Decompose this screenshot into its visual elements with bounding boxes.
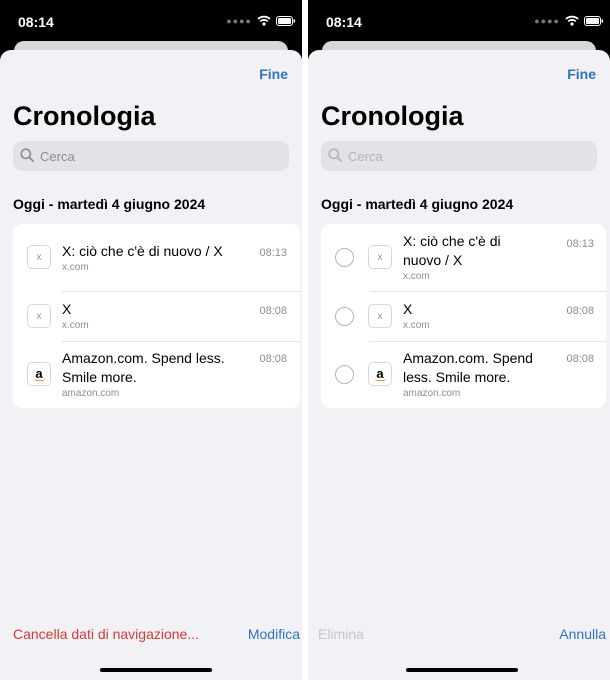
history-item-url: x.com [62, 320, 89, 331]
section-header: Oggi - martedì 4 giugno 2024 [13, 196, 206, 212]
history-screen-normal: 08:14 ●●●● Fine Cronologia Cerca Oggi - … [0, 0, 302, 680]
select-checkbox[interactable] [335, 365, 354, 384]
section-header: Oggi - martedì 4 giugno 2024 [321, 196, 514, 212]
battery-icon [584, 15, 604, 26]
x-favicon-icon: x [368, 304, 392, 328]
home-indicator [100, 668, 212, 672]
cellular-signal-icon: ●●●● [226, 15, 252, 26]
search-icon [20, 148, 34, 162]
history-item-url: x.com [403, 320, 430, 331]
history-item-url: amazon.com [403, 388, 461, 399]
edit-button[interactable]: Modifica [248, 626, 300, 642]
status-bar: 08:14 ●●●● [0, 0, 302, 42]
history-item-url: x.com [62, 262, 89, 273]
history-item-title: X: ciò che c'è di nuovo / X [62, 243, 223, 259]
page-title: Cronologia [13, 101, 156, 131]
history-row[interactable]: x X: ciò che c'è di nuovo / X x.com 08:1… [321, 224, 606, 291]
history-item-title: X [403, 301, 413, 317]
history-item-title: Amazon.com. Spend [403, 350, 533, 366]
history-sheet: Fine Cronologia Cerca Oggi - martedì 4 g… [0, 50, 302, 680]
history-item-title: X [62, 301, 72, 317]
history-item-time: 08:13 [566, 238, 594, 250]
history-row[interactable]: a Amazon.com. Spend less. Smile more. am… [321, 341, 606, 408]
history-item-url: x.com [403, 271, 430, 282]
amazon-smile-mark [34, 378, 45, 381]
history-row[interactable]: x X x.com 08:08 [321, 291, 606, 341]
delete-button[interactable]: Elimina [318, 626, 364, 642]
history-item-time: 08:08 [259, 353, 287, 365]
amazon-favicon-icon: a [27, 362, 51, 386]
home-indicator [406, 668, 518, 672]
history-sheet: Fine Cronologia Cerca Oggi - martedì 4 g… [308, 50, 610, 680]
history-item-title-line-2: Smile more. [62, 369, 137, 385]
history-list: x X: ciò che c'è di nuovo / X x.com 08:1… [13, 224, 300, 408]
status-bar: 08:14 ●●●● [308, 0, 610, 42]
history-item-url: amazon.com [62, 388, 120, 399]
status-time: 08:14 [326, 14, 362, 30]
x-favicon-icon: x [27, 245, 51, 269]
status-icons: ●●●● [226, 15, 296, 26]
battery-icon [276, 15, 296, 26]
search-icon [328, 148, 342, 162]
history-row[interactable]: x X x.com 08:08 [13, 291, 300, 341]
history-row[interactable]: a Amazon.com. Spend less. Smile more. am… [13, 341, 300, 408]
history-item-time: 08:13 [259, 247, 287, 259]
done-button[interactable]: Fine [567, 66, 596, 82]
select-checkbox[interactable] [335, 248, 354, 267]
history-row[interactable]: x X: ciò che c'è di nuovo / X x.com 08:1… [13, 224, 300, 291]
status-time: 08:14 [18, 14, 54, 30]
wifi-icon [565, 15, 579, 26]
history-item-title: X: ciò che c'è di [403, 233, 501, 249]
amazon-smile-mark [375, 378, 386, 381]
search-placeholder: Cerca [40, 149, 75, 164]
history-screen-edit-mode: 08:14 ●●●● Fine Cronologia Cerca Oggi - … [308, 0, 610, 680]
clear-browsing-data-button[interactable]: Cancella dati di navigazione... [13, 626, 199, 642]
history-list: x X: ciò che c'è di nuovo / X x.com 08:1… [321, 224, 606, 408]
status-icons: ●●●● [534, 15, 604, 26]
history-item-time: 08:08 [566, 305, 594, 317]
history-item-title-line-2: less. Smile more. [403, 369, 511, 385]
history-item-title-line-2: nuovo / X [403, 252, 463, 268]
select-checkbox[interactable] [335, 307, 354, 326]
history-item-time: 08:08 [259, 305, 287, 317]
cellular-signal-icon: ●●●● [534, 15, 560, 26]
wifi-icon [257, 15, 271, 26]
history-item-time: 08:08 [566, 353, 594, 365]
x-favicon-icon: x [27, 304, 51, 328]
cancel-button[interactable]: Annulla [559, 626, 606, 642]
done-button[interactable]: Fine [259, 66, 288, 82]
search-input[interactable]: Cerca [13, 141, 289, 171]
amazon-favicon-icon: a [368, 362, 392, 386]
history-item-title: Amazon.com. Spend less. [62, 350, 225, 366]
search-placeholder: Cerca [348, 149, 383, 164]
x-favicon-icon: x [368, 245, 392, 269]
page-title: Cronologia [321, 101, 464, 131]
search-input[interactable]: Cerca [321, 141, 597, 171]
